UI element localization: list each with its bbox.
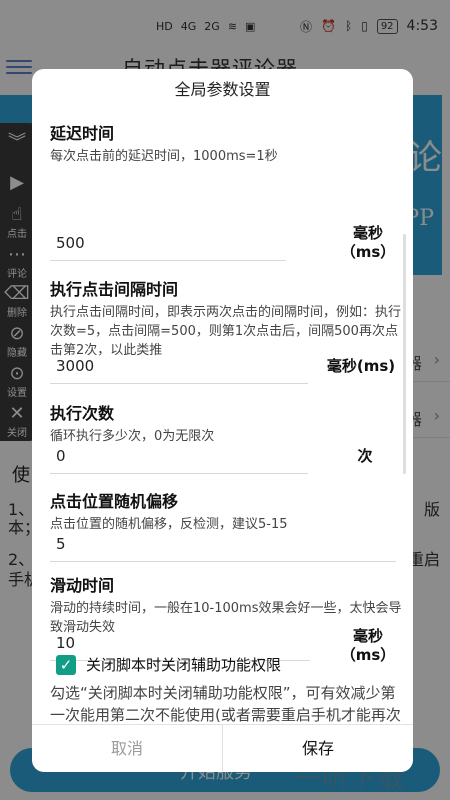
delay-input[interactable]: 500: [50, 225, 286, 261]
dialog-body[interactable]: 延迟时间 每次点击前的延迟时间，1000ms=1秒 500 毫秒（ms） 执行点…: [50, 114, 410, 724]
disable-accessibility-label: 关闭脚本时关闭辅助功能权限: [86, 656, 282, 674]
interval-input[interactable]: 3000: [50, 348, 308, 384]
swipe-unit: 毫秒（ms）: [340, 627, 396, 664]
count-input[interactable]: 0: [50, 438, 308, 474]
interval-title: 执行点击间隔时间: [50, 280, 179, 299]
count-title: 执行次数: [50, 404, 115, 423]
interval-unit: 毫秒(ms): [326, 357, 396, 375]
delay-title: 延迟时间: [50, 124, 115, 143]
dialog-scrollbar[interactable]: [403, 234, 406, 474]
save-button[interactable]: 保存: [223, 725, 413, 772]
dialog-title: 全局参数设置: [174, 80, 271, 99]
disable-accessibility-checkbox[interactable]: ✓: [56, 654, 76, 675]
offset-title: 点击位置随机偏移: [50, 492, 179, 511]
count-unit: 次: [357, 447, 373, 465]
disable-accessibility-desc: 勾选“关闭脚本时关闭辅助功能权限”，可有效减少第一次能用第二次不能使用(或者需要…: [50, 684, 401, 724]
delay-unit: 毫秒（ms）: [340, 224, 396, 261]
swipe-title: 滑动时间: [50, 576, 115, 595]
delay-desc: 每次点击前的延迟时间，1000ms=1秒: [50, 149, 278, 164]
global-settings-dialog: 全局参数设置 延迟时间 每次点击前的延迟时间，1000ms=1秒 500 毫秒（…: [32, 69, 413, 772]
delay-section: 延迟时间 每次点击前的延迟时间，1000ms=1秒: [50, 120, 406, 166]
disable-accessibility-row[interactable]: ✓ 关闭脚本时关闭辅助功能权限: [56, 654, 281, 675]
dialog-footer: 取消 保存: [32, 724, 413, 772]
cancel-button[interactable]: 取消: [32, 725, 222, 772]
offset-input[interactable]: 5: [50, 526, 396, 562]
